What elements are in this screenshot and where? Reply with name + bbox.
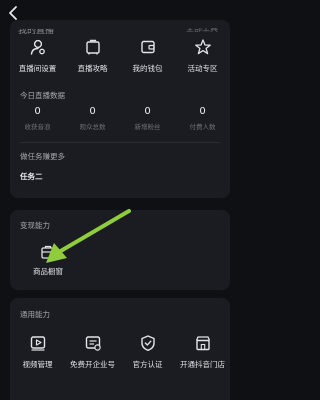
quick-actions-row: 直播间设置 直播攻略 我的钱包 活动专区 (10, 38, 230, 74)
shield-check-icon (140, 335, 155, 351)
divider (20, 142, 220, 143)
section-title-cut: 我的直播 (18, 26, 55, 36)
general-card: 通用能力 视频管理 免费开企业号 官方认证 开通抖音门店 (10, 298, 230, 400)
general-action-label: 免费开企业号 (70, 360, 115, 369)
task-item[interactable]: 任务二 (20, 171, 43, 182)
video-manage-button[interactable]: 视频管理 (10, 334, 65, 370)
stat-label: 观众总数 (79, 123, 106, 131)
stat-value: 0 (34, 106, 41, 117)
enterprise-account-button[interactable]: 免费开企业号 (65, 334, 120, 370)
live-tools-card: 我的直播 全部工具 直播间设置 直播攻略 我的钱包 活动专区 今日直播数据 0 … (10, 20, 230, 198)
live-room-settings-button[interactable]: 直播间设置 (10, 38, 65, 74)
quick-action-label: 直播攻略 (77, 64, 108, 73)
monetization-card: 变现能力 商品橱窗 (10, 210, 230, 290)
stat-label: 付费人数 (189, 123, 216, 131)
product-showcase-label: 商品橱窗 (33, 267, 63, 276)
monetization-title: 变现能力 (20, 221, 50, 230)
my-wallet-button[interactable]: 我的钱包 (120, 38, 175, 74)
general-action-label: 官方认证 (132, 360, 163, 369)
all-tools-link[interactable]: 全部工具 (186, 28, 218, 34)
stat-label: 收获音浪 (24, 123, 51, 131)
product-showcase-button[interactable]: 商品橱窗 (26, 244, 70, 277)
wallet-icon (140, 40, 155, 54)
stat-item[interactable]: 0 新增粉丝 (120, 106, 175, 131)
today-stats-row: 0 收获音浪 0 观众总数 0 新增粉丝 0 付费人数 (10, 106, 230, 131)
quick-action-label: 我的钱包 (132, 64, 163, 73)
tasks-title: 做任务赚更多 (20, 152, 65, 161)
activity-zone-button[interactable]: 活动专区 (175, 38, 230, 74)
quick-action-label: 直播间设置 (18, 64, 57, 73)
open-store-button[interactable]: 开通抖音门店 (175, 334, 230, 370)
official-verification-button[interactable]: 官方认证 (120, 334, 175, 370)
today-stats-title: 今日直播数据 (20, 91, 65, 100)
general-action-label: 视频管理 (22, 360, 53, 369)
star-icon (194, 39, 211, 55)
enterprise-icon (85, 336, 101, 351)
live-guide-button[interactable]: 直播攻略 (65, 38, 120, 74)
user-settings-icon (30, 39, 45, 55)
stat-item[interactable]: 0 付费人数 (175, 106, 230, 131)
store-icon (195, 336, 210, 351)
quick-action-label: 活动专区 (187, 64, 218, 73)
stat-item[interactable]: 0 观众总数 (65, 106, 120, 131)
stat-item[interactable]: 0 收获音浪 (10, 106, 65, 131)
stat-value: 0 (199, 106, 206, 117)
stat-label: 新增粉丝 (134, 123, 161, 131)
general-title: 通用能力 (20, 310, 50, 319)
stat-value: 0 (144, 106, 151, 117)
general-action-label: 开通抖音门店 (180, 360, 225, 369)
general-actions-row: 视频管理 免费开企业号 官方认证 开通抖音门店 (10, 334, 230, 370)
store-window-icon (41, 245, 55, 259)
stat-value: 0 (89, 106, 96, 117)
briefcase-icon (85, 39, 100, 55)
video-manage-icon (30, 336, 45, 351)
